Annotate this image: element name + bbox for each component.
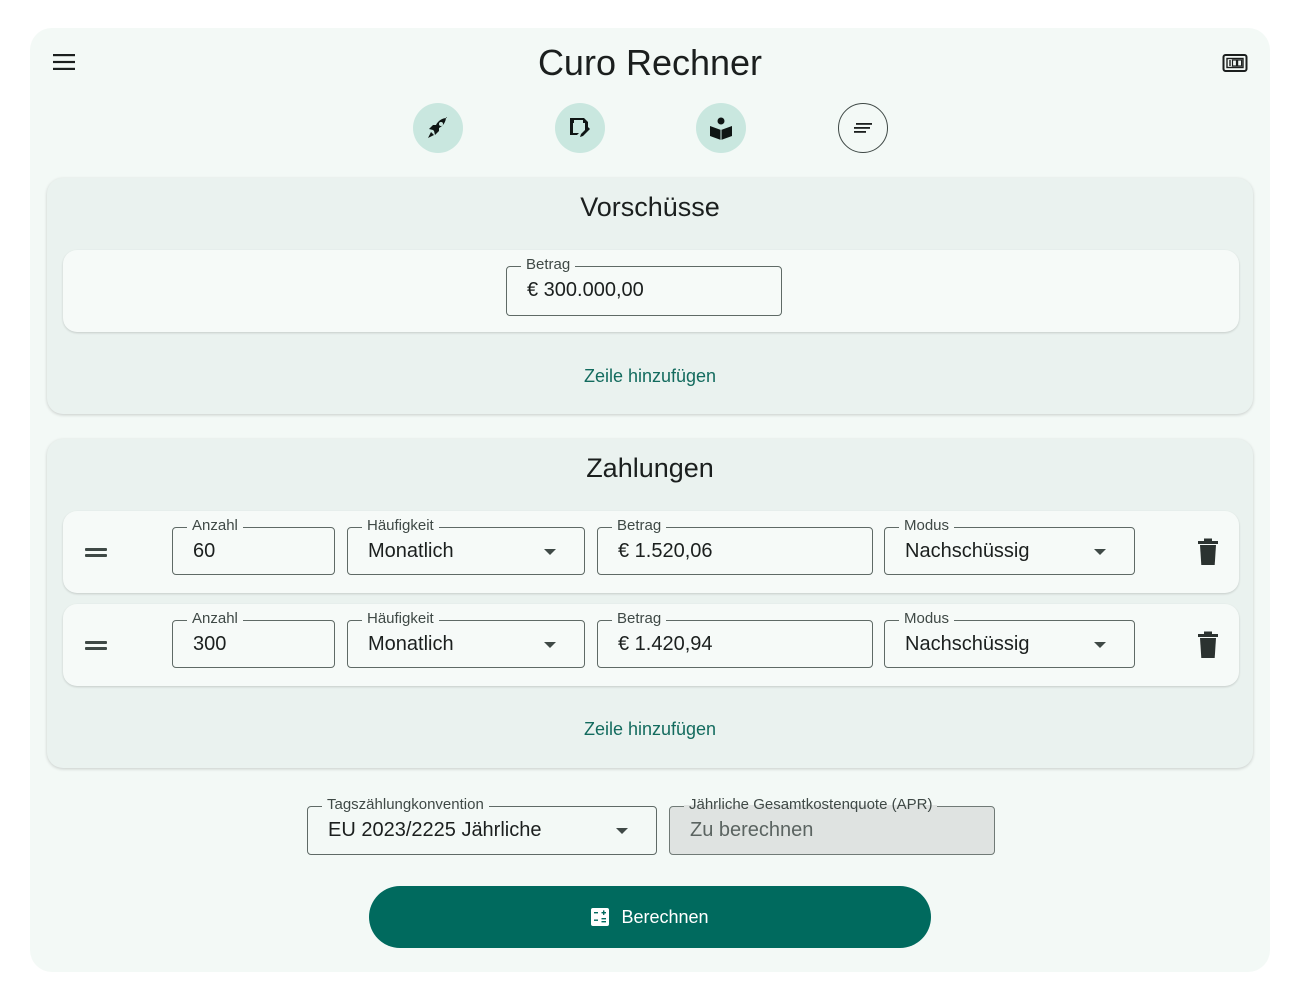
- delete-icon[interactable]: [1197, 538, 1219, 566]
- apr-label: Jährliche Gesamtkostenquote (APR): [684, 796, 938, 814]
- app-title: Curo Rechner: [537, 42, 763, 83]
- payment-mode-label: Modus: [899, 517, 955, 535]
- rocket-icon: [428, 117, 447, 138]
- delete-icon[interactable]: [1197, 631, 1219, 659]
- payment-count-field[interactable]: Anzahl 60: [172, 517, 335, 575]
- notes-button[interactable]: [838, 103, 888, 153]
- payments-add-row-link[interactable]: Zeile hinzufügen: [47, 719, 1253, 740]
- payment-mode-select[interactable]: Modus Nachschüssig: [884, 610, 1135, 668]
- advances-add-row-link[interactable]: Zeile hinzufügen: [47, 366, 1253, 387]
- chevron-down-icon: [544, 642, 556, 648]
- chevron-down-icon: [1094, 642, 1106, 648]
- payment-amount-label: Betrag: [612, 517, 667, 535]
- app-container: Curo Rechner Vorschüsse Betrag € 300.000…: [30, 28, 1270, 972]
- advance-row: Betrag € 300.000,00: [63, 250, 1239, 332]
- payment-frequency-label: Häufigkeit: [362, 610, 439, 628]
- advances-title: Vorschüsse: [580, 192, 720, 222]
- apr-value: Zu berechnen: [690, 819, 814, 841]
- toolbar: [30, 103, 1270, 155]
- payment-count-value: 60: [193, 540, 216, 562]
- payment-frequency-select[interactable]: Häufigkeit Monatlich: [347, 517, 585, 575]
- payment-amount-field[interactable]: Betrag € 1.420,94: [597, 610, 873, 668]
- chevron-down-icon: [544, 549, 556, 555]
- payment-amount-value: € 1.520,06: [618, 540, 713, 562]
- save-edit-icon: [570, 118, 590, 137]
- payment-frequency-label: Häufigkeit: [362, 517, 439, 535]
- payment-count-label: Anzahl: [187, 610, 243, 628]
- payment-row: Anzahl 60 Häufigkeit Monatlich Betrag € …: [63, 511, 1239, 593]
- calculator-display-icon[interactable]: [1222, 50, 1248, 76]
- calculate-label: Berechnen: [621, 906, 709, 927]
- payment-count-field[interactable]: Anzahl 300: [172, 610, 335, 668]
- book-reader-button[interactable]: [696, 103, 746, 153]
- save-edit-button[interactable]: [555, 103, 605, 153]
- book-reader-icon: [710, 117, 732, 140]
- payment-amount-label: Betrag: [612, 610, 667, 628]
- advance-amount-field[interactable]: Betrag € 300.000,00: [506, 256, 782, 316]
- payment-count-value: 300: [193, 633, 227, 655]
- payment-frequency-value: Monatlich: [368, 540, 454, 562]
- payment-count-label: Anzahl: [187, 517, 243, 535]
- payments-title: Zahlungen: [586, 453, 714, 483]
- chevron-down-icon: [1094, 549, 1106, 555]
- payment-mode-select[interactable]: Modus Nachschüssig: [884, 517, 1135, 575]
- payment-amount-value: € 1.420,94: [618, 633, 713, 655]
- payments-card: Zahlungen Anzahl 60 Häufigkeit Monatlich…: [47, 439, 1253, 768]
- apr-field: Jährliche Gesamtkostenquote (APR) Zu ber…: [669, 796, 995, 855]
- day-count-value: EU 2023/2225 Jährliche: [328, 819, 542, 841]
- day-count-convention-select[interactable]: Tagszählungkonvention EU 2023/2225 Jährl…: [307, 796, 657, 855]
- payment-frequency-value: Monatlich: [368, 633, 454, 655]
- payment-row: Anzahl 300 Häufigkeit Monatlich Betrag €…: [63, 604, 1239, 686]
- payment-amount-field[interactable]: Betrag € 1.520,06: [597, 517, 873, 575]
- payment-mode-label: Modus: [899, 610, 955, 628]
- calculator-icon: [591, 908, 610, 926]
- advance-amount-label: Betrag: [521, 256, 576, 274]
- advance-amount-value: € 300.000,00: [527, 279, 644, 301]
- notes-icon: [854, 123, 872, 133]
- advances-card: Vorschüsse Betrag € 300.000,00 Zeile hin…: [47, 178, 1253, 414]
- day-count-label: Tagszählungkonvention: [322, 796, 489, 814]
- calculate-button[interactable]: Berechnen: [369, 886, 931, 948]
- payment-mode-value: Nachschüssig: [905, 540, 1030, 562]
- drag-handle-icon[interactable]: [85, 641, 107, 650]
- payment-mode-value: Nachschüssig: [905, 633, 1030, 655]
- chevron-down-icon: [616, 828, 628, 834]
- rocket-button[interactable]: [413, 103, 463, 153]
- drag-handle-icon[interactable]: [85, 548, 107, 557]
- payment-frequency-select[interactable]: Häufigkeit Monatlich: [347, 610, 585, 668]
